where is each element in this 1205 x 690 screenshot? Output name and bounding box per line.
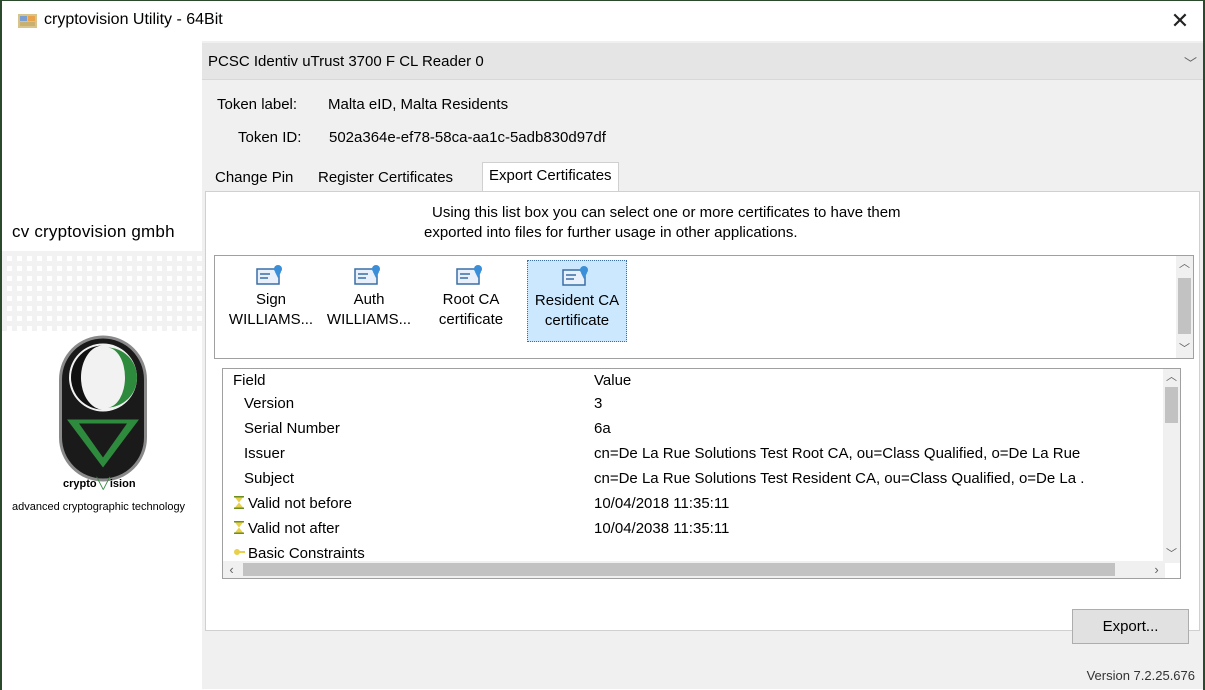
- scroll-left-icon[interactable]: ‹: [223, 561, 240, 578]
- token-id-caption: Token ID:: [238, 129, 302, 146]
- details-vertical-scrollbar[interactable]: ︿ ﹀: [1163, 369, 1180, 563]
- column-header-field[interactable]: Field: [233, 372, 266, 389]
- token-id-value: 502a364e-ef78-58ca-aa1c-5adb830d97df: [329, 129, 606, 146]
- column-header-value[interactable]: Value: [594, 372, 631, 389]
- scrollbar-thumb[interactable]: [243, 563, 1115, 576]
- certificate-item-root-ca[interactable]: Root CA certificate: [423, 260, 519, 342]
- logo-wordmark: crypto╲╱ision: [63, 478, 136, 490]
- table-row[interactable]: Serial Number 6a: [223, 416, 1163, 441]
- window-title: cryptovision Utility - 64Bit: [44, 11, 223, 28]
- certificate-item-sign[interactable]: Sign WILLIAMS...: [223, 260, 319, 342]
- details-horizontal-scrollbar[interactable]: ‹ ›: [223, 561, 1165, 578]
- tab-register-certificates[interactable]: Register Certificates: [318, 165, 453, 191]
- certificate-icon: [562, 266, 588, 286]
- app-window: cryptovision Utility - 64Bit ✕ cv crypto…: [0, 0, 1205, 690]
- chevron-down-icon: ﹀: [1183, 56, 1197, 71]
- reader-selected-value: PCSC Identiv uTrust 3700 F CL Reader 0: [208, 53, 484, 70]
- scroll-right-icon[interactable]: ›: [1148, 561, 1165, 578]
- table-row[interactable]: Valid not before 10/04/2018 11:35:11: [223, 491, 1163, 516]
- token-label-caption: Token label:: [217, 96, 298, 113]
- hint-line-1: Using this list box you can select one o…: [432, 204, 901, 221]
- scroll-down-icon[interactable]: ﹀: [1163, 546, 1180, 563]
- brand-tagline: advanced cryptographic technology: [12, 501, 186, 513]
- table-row[interactable]: Version 3: [223, 391, 1163, 416]
- certificate-list[interactable]: Sign WILLIAMS... Auth WILLIAMS... Root C…: [214, 255, 1194, 359]
- hourglass-icon: [234, 496, 244, 509]
- brand-panel: cv cryptovision gmbh crypto╲╱ision advan…: [2, 41, 202, 689]
- main-content: PCSC Identiv uTrust 3700 F CL Reader 0 ﹀…: [202, 41, 1203, 689]
- table-row[interactable]: Valid not after 10/04/2038 11:35:11: [223, 516, 1163, 541]
- hint-line-2: exported into files for further usage in…: [424, 224, 798, 241]
- cryptovision-logo: [59, 335, 147, 482]
- key-icon: [234, 549, 245, 555]
- scrollbar-thumb[interactable]: [1178, 278, 1191, 334]
- title-bar: cryptovision Utility - 64Bit ✕: [2, 1, 1203, 41]
- export-certificates-panel: Using this list box you can select one o…: [205, 191, 1200, 631]
- hourglass-icon: [234, 521, 244, 534]
- certificate-item-resident-ca[interactable]: Resident CA certificate: [527, 260, 627, 342]
- scrollbar-thumb[interactable]: [1165, 387, 1178, 423]
- token-label-value: Malta eID, Malta Residents: [328, 96, 509, 113]
- scroll-up-icon[interactable]: ︿: [1176, 256, 1193, 273]
- company-name: cv cryptovision gmbh: [12, 222, 175, 241]
- table-row[interactable]: Issuer cn=De La Rue Solutions Test Root …: [223, 441, 1163, 466]
- certificate-icon: [256, 265, 282, 285]
- version-label: Version 7.2.25.676: [1086, 668, 1195, 683]
- certificate-icon: [354, 265, 380, 285]
- tab-export-certificates[interactable]: Export Certificates: [482, 162, 619, 192]
- certificate-details-table[interactable]: Field Value Version 3 Serial Number 6a I…: [222, 368, 1181, 579]
- reader-dropdown[interactable]: PCSC Identiv uTrust 3700 F CL Reader 0 ﹀: [202, 43, 1203, 80]
- app-icon: [18, 14, 37, 28]
- tab-change-pin[interactable]: Change Pin: [215, 165, 293, 191]
- certificate-item-auth[interactable]: Auth WILLIAMS...: [321, 260, 417, 342]
- table-row[interactable]: Subject cn=De La Rue Solutions Test Resi…: [223, 466, 1163, 491]
- table-row[interactable]: Basic Constraints: [223, 541, 1163, 561]
- certificate-list-scrollbar[interactable]: ︿ ﹀: [1176, 256, 1193, 358]
- brand-pattern: [2, 251, 202, 331]
- close-icon: ✕: [1170, 8, 1190, 33]
- export-button[interactable]: Export...: [1072, 609, 1189, 644]
- close-button[interactable]: ✕: [1157, 1, 1203, 41]
- scroll-down-icon[interactable]: ﹀: [1176, 341, 1193, 358]
- scroll-up-icon[interactable]: ︿: [1163, 369, 1180, 386]
- certificate-icon: [456, 265, 482, 285]
